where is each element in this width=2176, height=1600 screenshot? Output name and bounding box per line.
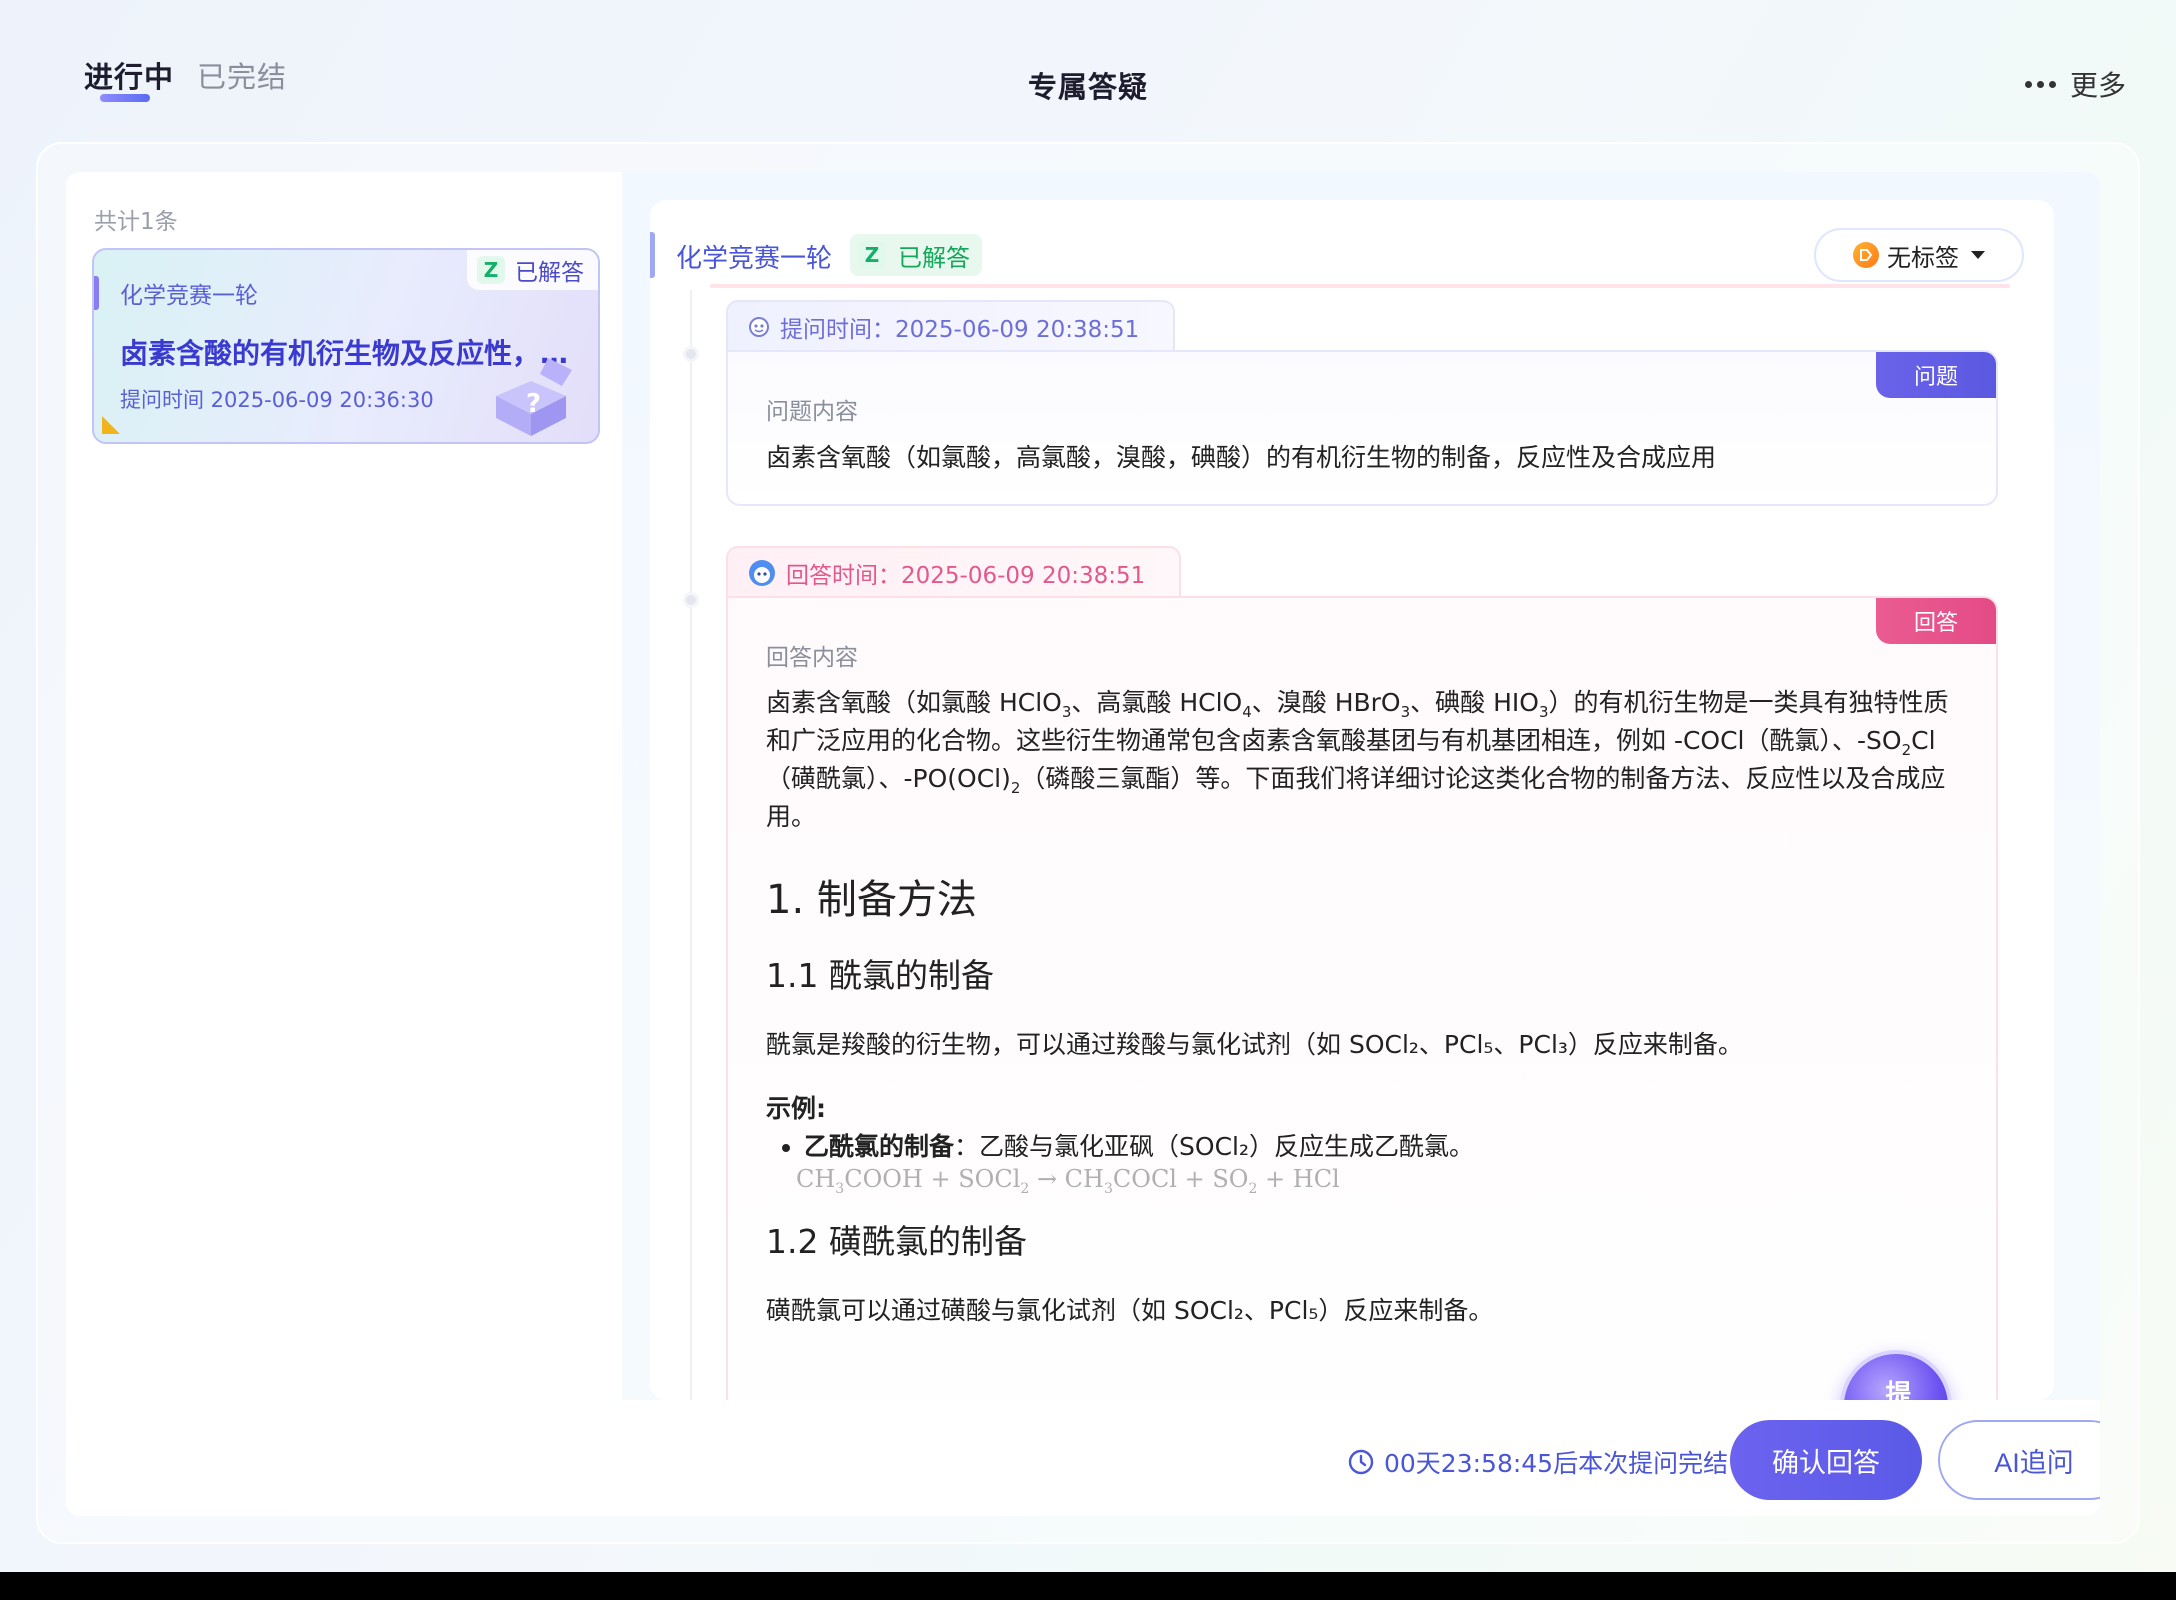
detail-status-label: 已解答 <box>898 243 970 272</box>
card-subject: 化学竞赛一轮 <box>120 283 258 309</box>
question-time-tab: 提问时间：2025-06-09 20:38:51 <box>726 300 1176 352</box>
detail-panel: 化学竞赛一轮 Z 已解答 无标签 提问时间：2025-06-09 20:38:5… <box>622 172 2100 1516</box>
list-item[interactable]: 化学竞赛一轮 Z 已解答 卤素含酸的有机衍生物及反应性，… 提问时间 2025-… <box>92 248 600 444</box>
divider <box>710 284 2010 288</box>
tag-icon <box>1853 242 1879 268</box>
tag-select[interactable]: 无标签 <box>1814 228 2024 282</box>
more-button[interactable]: 更多 <box>2024 64 2126 104</box>
z-logo-icon: Z <box>858 241 886 269</box>
question-content-title: 问题内容 <box>766 399 858 425</box>
status-badge-label: 已解答 <box>515 260 584 286</box>
more-dots-icon <box>2024 80 2056 88</box>
header: 进行中 已完结 专属答疑 更多 <box>0 0 2176 140</box>
detail-subject: 化学竞赛一轮 <box>676 244 833 274</box>
card-time: 提问时间 2025-06-09 20:36:30 <box>120 388 434 412</box>
question-label: 问题 <box>1876 352 1996 398</box>
countdown: 00天23:58:45后本次提问完结 <box>1348 1444 1728 1480</box>
clock-icon <box>1348 1449 1374 1475</box>
example-label: 示例: <box>766 1094 826 1123</box>
countdown-text: 00天23:58:45后本次提问完结 <box>1384 1449 1729 1478</box>
status-badge: Z 已解答 <box>467 250 598 290</box>
detail-accent-bar <box>650 232 655 278</box>
bullet-bold: 乙酰氯的制备 <box>804 1132 955 1161</box>
corner-marker-icon <box>102 416 120 434</box>
answer-time-tab: 回答时间：2025-06-09 20:38:51 <box>726 546 1182 598</box>
more-label: 更多 <box>2069 69 2126 102</box>
z-logo-icon: Z <box>477 256 505 284</box>
answer-intro: 卤素含氧酸（如氯酸 HClO3、高氯酸 HClO4、溴酸 HBrO3、碘酸 HI… <box>766 688 1949 831</box>
app-window: 进行中 已完结 专属答疑 更多 共计1条 化学竞赛一轮 Z 已解答 卤素含酸的有… <box>0 0 2176 1572</box>
answer-content-title: 回答内容 <box>766 645 858 671</box>
action-bar: 00天23:58:45后本次提问完结 确认回答 AI追问 <box>622 1400 2100 1516</box>
answer-time: 回答时间：2025-06-09 20:38:51 <box>786 563 1146 589</box>
reaction-formula: CH3COOH + SOCl2 → CH3COCl + SO2 + HCl <box>796 1165 1340 1197</box>
detail-header: 化学竞赛一轮 Z 已解答 无标签 <box>650 200 2054 282</box>
question-box: 问题 问题内容 卤素含氧酸（如氯酸，高氯酸，溴酸，碘酸）的有机衍生物的制备，反应… <box>726 350 1998 506</box>
card-accent-bar <box>94 276 99 310</box>
answer-label: 回答 <box>1876 598 1996 644</box>
answer-paragraph: 磺酰氯可以通过磺酸与氯化试剂（如 SOCl₂、PCl₅）反应来制备。 <box>766 1296 1494 1325</box>
tag-select-label: 无标签 <box>1887 243 1959 272</box>
caret-down-icon <box>1971 251 1985 259</box>
ask-fab-label: 提问 <box>1881 1380 1911 1400</box>
list-count: 共计1条 <box>94 209 178 235</box>
main-panel: 共计1条 化学竞赛一轮 Z 已解答 卤素含酸的有机衍生物及反应性，… 提问时间 … <box>66 172 2100 1516</box>
example-list: 乙酰氯的制备：乙酸与氯化亚砜（SOCl₂）反应生成乙酰氯。 <box>804 1128 1962 1166</box>
question-text: 卤素含氧酸（如氯酸，高氯酸，溴酸，碘酸）的有机衍生物的制备，反应性及合成应用 <box>766 443 1717 472</box>
question-list: 共计1条 化学竞赛一轮 Z 已解答 卤素含酸的有机衍生物及反应性，… 提问时间 … <box>66 172 622 1516</box>
bullet-text: ：乙酸与氯化亚砜（SOCl₂）反应生成乙酰氯。 <box>954 1132 1474 1161</box>
confirm-answer-button[interactable]: 确认回答 <box>1730 1420 1922 1500</box>
student-avatar-icon <box>749 317 769 337</box>
question-cube-icon: ? <box>496 358 572 436</box>
svg-text:?: ? <box>526 389 541 419</box>
detail-status-badge: Z 已解答 <box>850 234 982 276</box>
timeline-dot <box>683 346 699 362</box>
timeline-line <box>690 290 692 1400</box>
ai-follow-up-button[interactable]: AI追问 <box>1938 1420 2100 1500</box>
answer-body: 卤素含氧酸（如氯酸 HClO3、高氯酸 HClO4、溴酸 HBrO3、碘酸 HI… <box>766 684 1962 1330</box>
list-item: 乙酰氯的制备：乙酸与氯化亚砜（SOCl₂）反应生成乙酰氯。 <box>804 1128 1962 1166</box>
timeline-dot <box>683 592 699 608</box>
answer-heading-1-2: 1.2 磺酰氯的制备 <box>766 1222 1027 1261</box>
answer-paragraph: 酰氯是羧酸的衍生物，可以通过羧酸与氯化试剂（如 SOCl₂、PCl₅、PCl₃）… <box>766 1030 1743 1059</box>
detail-content: 化学竞赛一轮 Z 已解答 无标签 提问时间：2025-06-09 20:38:5… <box>650 200 2054 1400</box>
answer-heading-1: 1. 制备方法 <box>766 877 977 923</box>
question-time: 提问时间：2025-06-09 20:38:51 <box>780 317 1140 343</box>
ask-fab-button[interactable]: 提问 <box>1840 1350 1952 1400</box>
answer-box: 回答 回答内容 卤素含氧酸（如氯酸 HClO3、高氯酸 HClO4、溴酸 HBr… <box>726 596 1998 1400</box>
teacher-avatar-icon <box>749 560 775 586</box>
page-title: 专属答疑 <box>1027 70 1148 104</box>
answer-heading-1-1: 1.1 酰氯的制备 <box>766 956 994 995</box>
